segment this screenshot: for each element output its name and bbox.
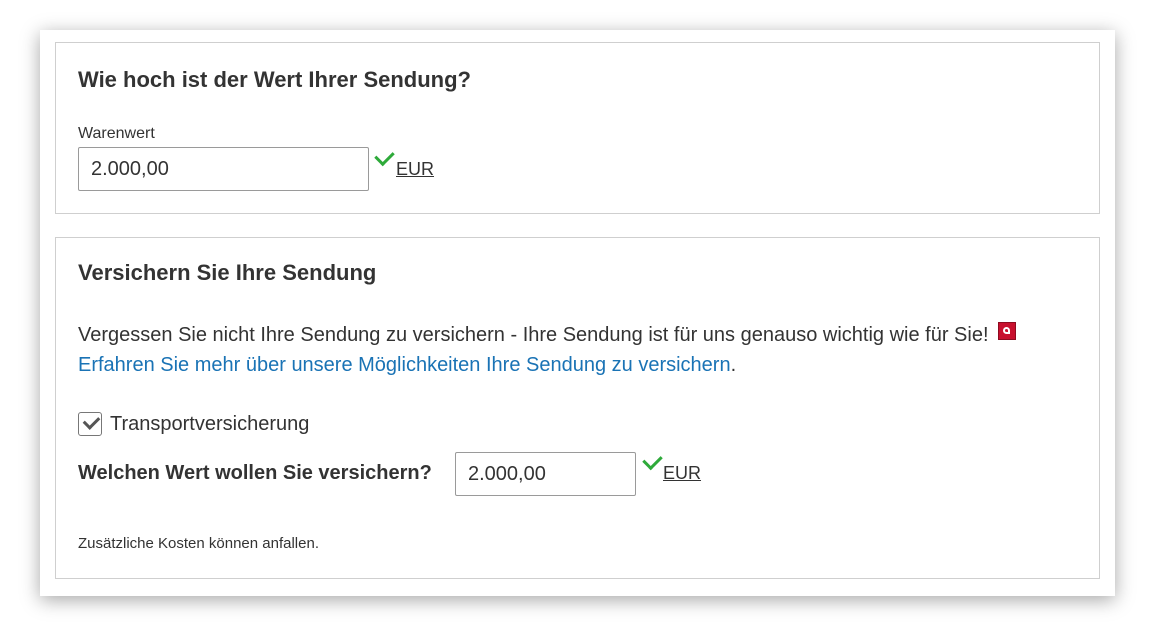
- transport-insurance-checkbox[interactable]: [78, 412, 102, 436]
- insurance-title: Versichern Sie Ihre Sendung: [78, 260, 377, 285]
- shipment-value-title: Wie hoch ist der Wert Ihrer Sendung?: [78, 67, 471, 92]
- shipment-value-panel: Wie hoch ist der Wert Ihrer Sendung? War…: [55, 42, 1100, 214]
- insurance-description: Vergessen Sie nicht Ihre Sendung zu vers…: [78, 320, 1078, 380]
- insured-value-input[interactable]: [455, 452, 636, 496]
- insurance-panel: Versichern Sie Ihre Sendung Vergessen Si…: [55, 237, 1100, 579]
- goods-value-input[interactable]: [78, 147, 369, 191]
- transport-insurance-option[interactable]: Transportversicherung: [78, 411, 309, 437]
- insurance-info-link[interactable]: Erfahren Sie mehr über unsere Möglichkei…: [78, 354, 731, 376]
- currency-unit-link[interactable]: EUR: [396, 159, 434, 180]
- goods-value-label: Warenwert: [78, 125, 155, 142]
- valid-check-icon: [642, 449, 663, 471]
- checkmark-icon: [82, 412, 101, 430]
- transport-insurance-label[interactable]: Transportversicherung: [110, 413, 309, 436]
- valid-check-icon: [374, 145, 395, 167]
- additional-costs-note: Zusätzliche Kosten können anfallen.: [78, 535, 319, 552]
- pdf-icon[interactable]: [998, 322, 1017, 340]
- currency-unit-link[interactable]: EUR: [663, 463, 701, 484]
- insurance-reminder-text: Vergessen Sie nicht Ihre Sendung zu vers…: [78, 324, 989, 346]
- insured-value-question: Welchen Wert wollen Sie versichern?: [78, 462, 432, 484]
- form-card: Wie hoch ist der Wert Ihrer Sendung? War…: [40, 30, 1115, 596]
- link-period: .: [730, 354, 737, 376]
